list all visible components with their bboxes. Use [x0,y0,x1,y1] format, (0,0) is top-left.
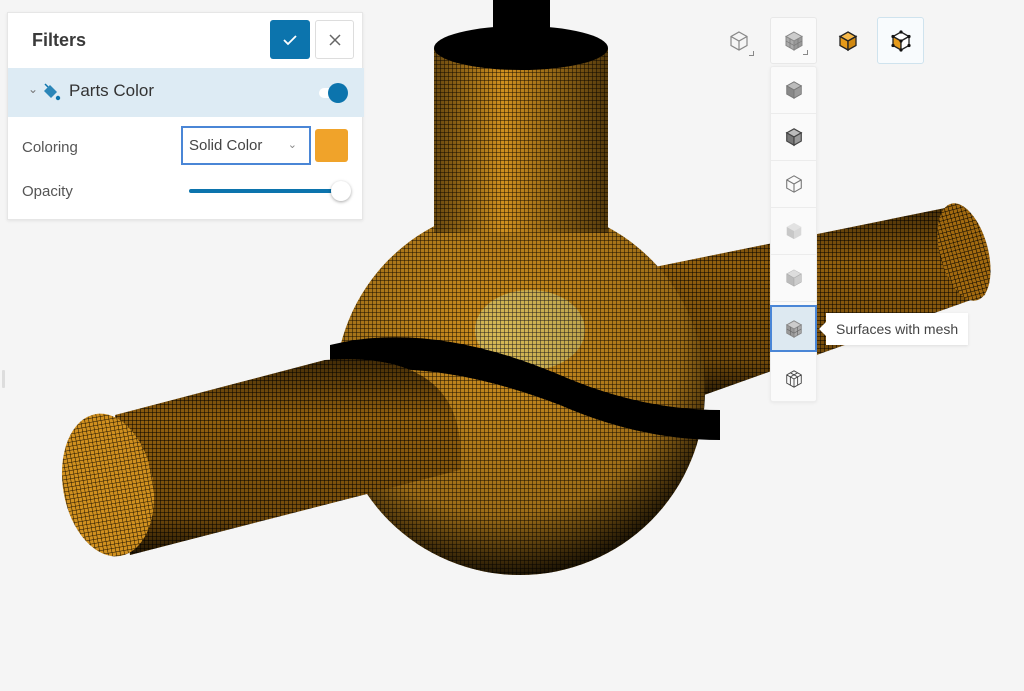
render-mode-tooltip: Surfaces with mesh [818,313,969,345]
left-pipe [61,359,461,557]
camera-view-button[interactable] [715,17,762,64]
color-swatch[interactable] [315,129,348,162]
coloring-label: Coloring [22,139,78,156]
color-mode-button[interactable] [824,17,871,64]
section-label: Parts Color [69,81,155,100]
slider-thumb[interactable] [331,181,351,201]
cube-mesh-icon [784,30,803,51]
check-icon [283,34,297,45]
cube-solid-icon [785,81,802,99]
cube-mesh-icon [785,319,802,338]
render-option-surfaces-with-edges[interactable] [771,114,816,161]
coloring-select-value: Solid Color [189,137,263,154]
stem-top [493,0,550,30]
chevron-down-icon: ⌄ [287,139,297,151]
cube-edges-icon [785,128,802,147]
opacity-label: Opacity [22,183,73,200]
render-option-wireframe[interactable] [771,161,816,208]
slider-fill [189,189,337,193]
cube-vertices-icon [890,29,911,52]
render-option-transparent[interactable] [771,208,816,255]
close-icon [328,33,341,46]
vertical-pipe [434,26,608,233]
paint-bucket-icon [44,83,61,101]
parts-color-toggle[interactable] [317,82,349,104]
apply-button[interactable] [270,20,310,59]
chevron-down-icon[interactable]: ⌄ [28,82,38,96]
side-panel-handle[interactable] [2,370,5,388]
cube-wireframe-icon [785,175,802,193]
render-mode-button[interactable] [770,17,817,64]
filters-panel: Filters ⌄ Parts Color Coloring Solid Col… [7,12,364,220]
selection-mode-button[interactable] [877,17,924,64]
panel-title: Filters [32,30,87,50]
cube-transparent-icon [786,222,801,240]
render-option-surfaces[interactable] [771,67,816,114]
panel-header: Filters [8,13,362,68]
render-option-surfaces-with-mesh[interactable] [770,305,817,352]
render-mode-menu [770,66,817,402]
close-button[interactable] [315,20,354,59]
cube-mesh-wire-icon [785,369,802,388]
render-option-transparent-mesh[interactable] [771,255,816,302]
opacity-slider[interactable] [189,180,351,202]
cube-orange-icon [838,30,857,51]
coloring-select[interactable]: Solid Color ⌄ [181,126,311,165]
parts-color-section[interactable]: ⌄ Parts Color [8,68,364,117]
cube-transparent-mesh-icon [785,269,802,287]
cube-outline-icon [729,30,748,51]
render-option-mesh-only[interactable] [771,355,816,402]
